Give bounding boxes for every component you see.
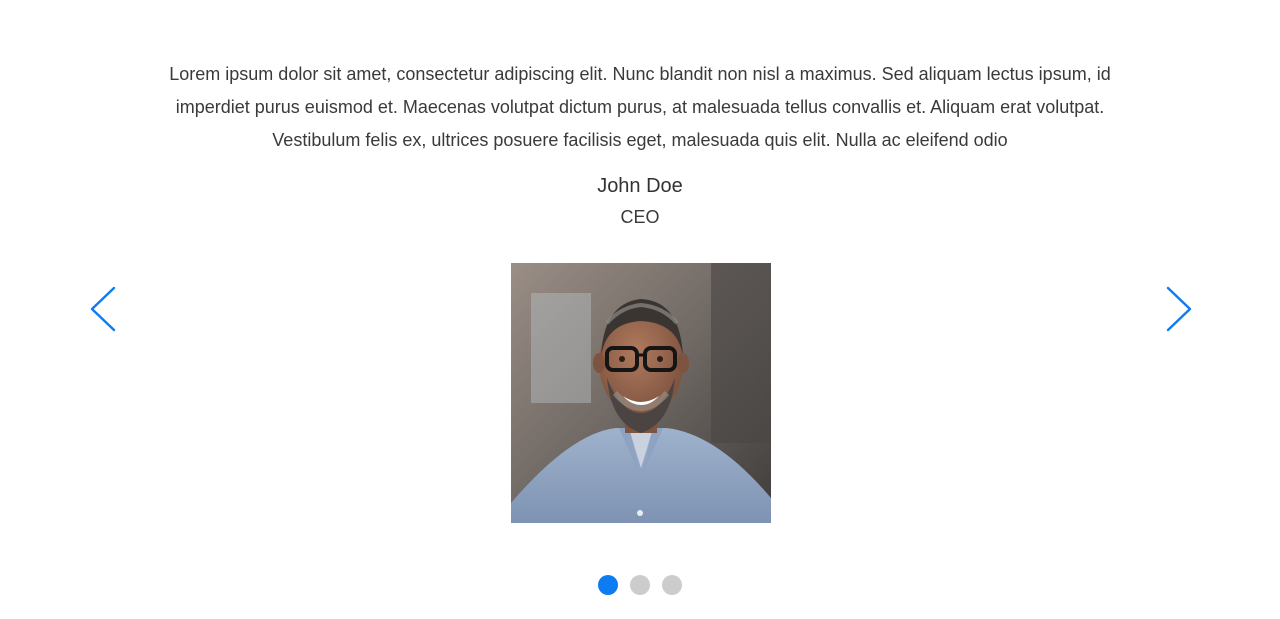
testimonial-role: CEO [620, 207, 660, 227]
pagination-dot-3[interactable] [662, 575, 682, 595]
pagination-dot-1[interactable] [598, 575, 618, 595]
next-button[interactable] [1165, 286, 1193, 332]
pagination-dots [0, 575, 1280, 597]
pagination-dot-2[interactable] [630, 575, 650, 595]
testimonial-name: John Doe [597, 175, 683, 197]
testimonial-carousel: Lorem ipsum dolor sit amet, consectetur … [0, 0, 1280, 619]
testimonial-quote: Lorem ipsum dolor sit amet, consectetur … [169, 64, 1111, 150]
chevron-right-icon [1166, 286, 1192, 332]
previous-button[interactable] [89, 286, 117, 332]
testimonial-photo [511, 263, 771, 523]
chevron-left-icon [90, 286, 116, 332]
testimonial-slide: Lorem ipsum dolor sit amet, consectetur … [160, 58, 1120, 229]
